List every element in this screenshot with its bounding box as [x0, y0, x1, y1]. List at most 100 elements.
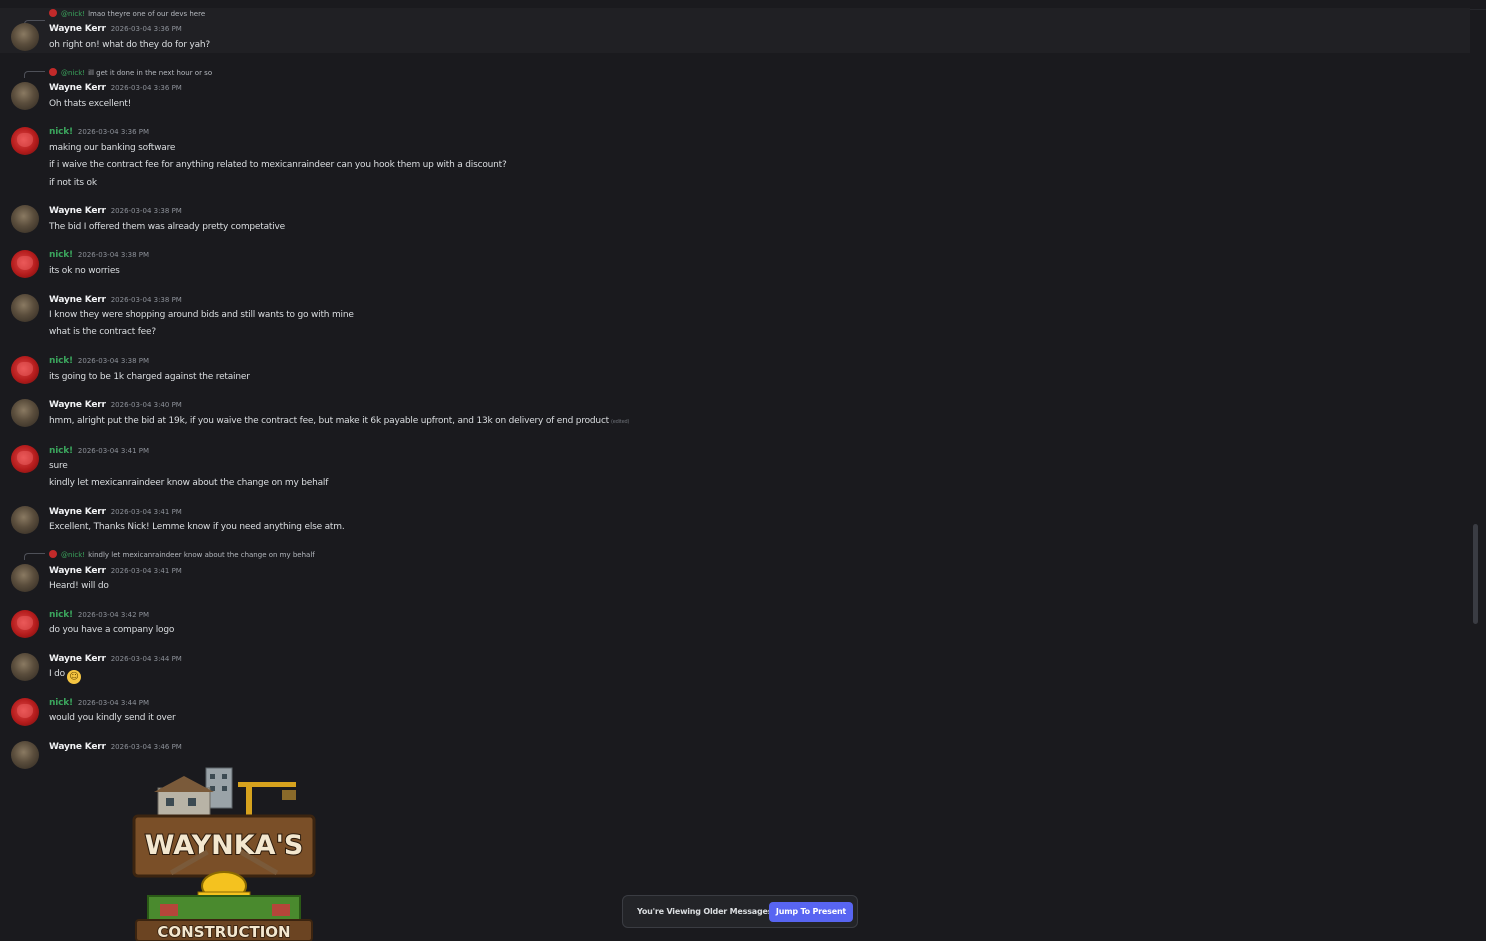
reply-preview[interactable]: @nick! kindly let mexicanraindeer know ab…: [49, 550, 315, 560]
message-text: The bid I offered them was already prett…: [49, 222, 285, 232]
reply-spine: [24, 553, 45, 560]
timestamp: 2026-03-04 3:38 PM: [110, 207, 182, 215]
logo-top-text: WAYNKA'S: [145, 830, 304, 861]
timestamp: 2026-03-04 3:42 PM: [77, 611, 150, 619]
nick-mini-avatar: [49, 68, 57, 76]
message-text: I do ☺: [49, 668, 81, 684]
timestamp: 2026-03-04 3:41 PM: [110, 567, 182, 575]
author-name[interactable]: Wayne Kerr: [49, 742, 106, 752]
message-text: hmm, alright put the bid at 19k, if you …: [49, 415, 629, 428]
author-name[interactable]: Wayne Kerr: [49, 206, 106, 216]
avatar[interactable]: [11, 356, 39, 384]
reply-mention[interactable]: @nick!: [61, 69, 85, 77]
message-text: its ok no worries: [49, 266, 120, 276]
reply-text: kindly let mexicanraindeer know about th…: [88, 551, 315, 559]
author-name[interactable]: nick!: [49, 356, 73, 366]
message-text: what is the contract fee?: [49, 327, 156, 337]
message-item[interactable]: nick! 2026-03-04 3:42 PM do you have a co…: [0, 608, 1470, 640]
author-name[interactable]: nick!: [49, 250, 73, 260]
author-name[interactable]: Wayne Kerr: [49, 24, 106, 34]
nick-mini-avatar: [49, 9, 57, 17]
author-name[interactable]: Wayne Kerr: [49, 507, 106, 517]
message-item[interactable]: Wayne Kerr 2026-03-04 3:41 PM Excellent, …: [0, 505, 1470, 537]
message-item[interactable]: nick! 2026-03-04 3:38 PM its ok no worrie…: [0, 248, 1470, 280]
avatar[interactable]: [11, 445, 39, 473]
scrollbar-thumb[interactable]: [1473, 524, 1478, 624]
author-name[interactable]: Wayne Kerr: [49, 83, 106, 93]
message-text: Heard! will do: [49, 581, 109, 591]
slight-smile-emoji[interactable]: ☺: [66, 670, 81, 684]
author-name[interactable]: nick!: [49, 446, 73, 456]
author-name[interactable]: Wayne Kerr: [49, 654, 106, 664]
message-text: its going to be 1k charged against the r…: [49, 372, 250, 382]
message-item[interactable]: Wayne Kerr 2026-03-04 3:38 PM I know they…: [0, 293, 1470, 341]
avatar[interactable]: [11, 82, 39, 110]
author-name[interactable]: Wayne Kerr: [49, 566, 106, 576]
author-name[interactable]: nick!: [49, 698, 73, 708]
timestamp: 2026-03-04 3:40 PM: [110, 401, 182, 409]
message-text: oh right on! what do they do for yah?: [49, 40, 211, 50]
avatar[interactable]: [11, 653, 39, 681]
message-text: if i waive the contract fee for anything…: [49, 160, 507, 170]
author-name[interactable]: nick!: [49, 127, 73, 137]
avatar[interactable]: [11, 250, 39, 278]
timestamp: 2026-03-04 3:44 PM: [77, 699, 150, 707]
avatar[interactable]: [11, 698, 39, 726]
author-name[interactable]: Wayne Kerr: [49, 400, 106, 410]
avatar[interactable]: [11, 741, 39, 769]
message-item[interactable]: @nick! kindly let mexicanraindeer know ab…: [0, 549, 1470, 594]
viewing-older-messages-label: You're Viewing Older Messages: [637, 907, 773, 916]
message-item[interactable]: @nick! lmao theyre one of our devs here W…: [0, 8, 1470, 53]
author-name[interactable]: nick!: [49, 610, 73, 620]
message-text: would you kindly send it over: [49, 713, 176, 723]
avatar[interactable]: [11, 23, 39, 51]
timestamp: 2026-03-04 3:41 PM: [110, 508, 182, 516]
message-item[interactable]: Wayne Kerr 2026-03-04 3:38 PM The bid I o…: [0, 204, 1470, 236]
avatar[interactable]: [11, 294, 39, 322]
author-name[interactable]: Wayne Kerr: [49, 295, 106, 305]
reply-mention[interactable]: @nick!: [61, 551, 85, 559]
message-text: if not its ok: [49, 178, 97, 188]
timestamp: 2026-03-04 3:41 PM: [77, 447, 150, 455]
avatar[interactable]: [11, 610, 39, 638]
message-item[interactable]: Wayne Kerr 2026-03-04 3:44 PM I do ☺: [0, 652, 1470, 684]
message-text-content: I do: [49, 669, 65, 679]
message-text-content: hmm, alright put the bid at 19k, if you …: [49, 416, 610, 426]
message-text: kindly let mexicanraindeer know about th…: [49, 478, 329, 488]
jump-to-present-bar: You're Viewing Older Messages Jump To Pr…: [622, 895, 858, 928]
avatar[interactable]: [11, 127, 39, 155]
company-logo-image[interactable]: WAYNKA'S CONSTRUCTION: [128, 764, 320, 941]
message-item[interactable]: nick! 2026-03-04 3:41 PM sure kindly let …: [0, 443, 1470, 491]
reply-text: ill get it done in the next hour or so: [88, 69, 213, 77]
message-text: Oh thats excellent!: [49, 99, 132, 109]
edited-label: (edited): [611, 419, 630, 425]
timestamp: 2026-03-04 3:44 PM: [110, 655, 182, 663]
message-item[interactable]: Wayne Kerr 2026-03-04 3:40 PM hmm, alrigh…: [0, 398, 1470, 430]
avatar[interactable]: [11, 205, 39, 233]
message-item[interactable]: nick! 2026-03-04 3:38 PM its going to be …: [0, 354, 1470, 386]
message-text: Excellent, Thanks Nick! Lemme know if yo…: [49, 522, 345, 532]
message-list[interactable]: @nick! lmao theyre one of our devs here W…: [0, 0, 1470, 941]
message-text: do you have a company logo: [49, 625, 175, 635]
timestamp: 2026-03-04 3:38 PM: [77, 357, 150, 365]
avatar[interactable]: [11, 506, 39, 534]
timestamp: 2026-03-04 3:36 PM: [110, 84, 182, 92]
avatar[interactable]: [11, 399, 39, 427]
reply-preview[interactable]: @nick! ill get it done in the next hour o…: [49, 68, 212, 78]
message-item[interactable]: @nick! ill get it done in the next hour o…: [0, 67, 1470, 112]
nick-mini-avatar: [49, 550, 57, 558]
jump-to-present-button[interactable]: Jump To Present: [769, 902, 853, 922]
timestamp: 2026-03-04 3:36 PM: [110, 25, 182, 33]
reply-preview[interactable]: @nick! lmao theyre one of our devs here: [49, 9, 205, 19]
avatar[interactable]: [11, 564, 39, 592]
reply-spine: [24, 71, 45, 78]
reply-text: lmao theyre one of our devs here: [88, 10, 206, 18]
message-item[interactable]: nick! 2026-03-04 3:36 PM making our banki…: [0, 125, 1470, 190]
reply-mention[interactable]: @nick!: [61, 10, 85, 18]
message-item[interactable]: nick! 2026-03-04 3:44 PM would you kindly…: [0, 696, 1470, 728]
timestamp: 2026-03-04 3:38 PM: [110, 296, 182, 304]
message-text: making our banking software: [49, 143, 176, 153]
message-text: sure: [49, 461, 68, 471]
message-text: I know they were shopping around bids an…: [49, 310, 354, 320]
timestamp: 2026-03-04 3:46 PM: [110, 743, 182, 751]
